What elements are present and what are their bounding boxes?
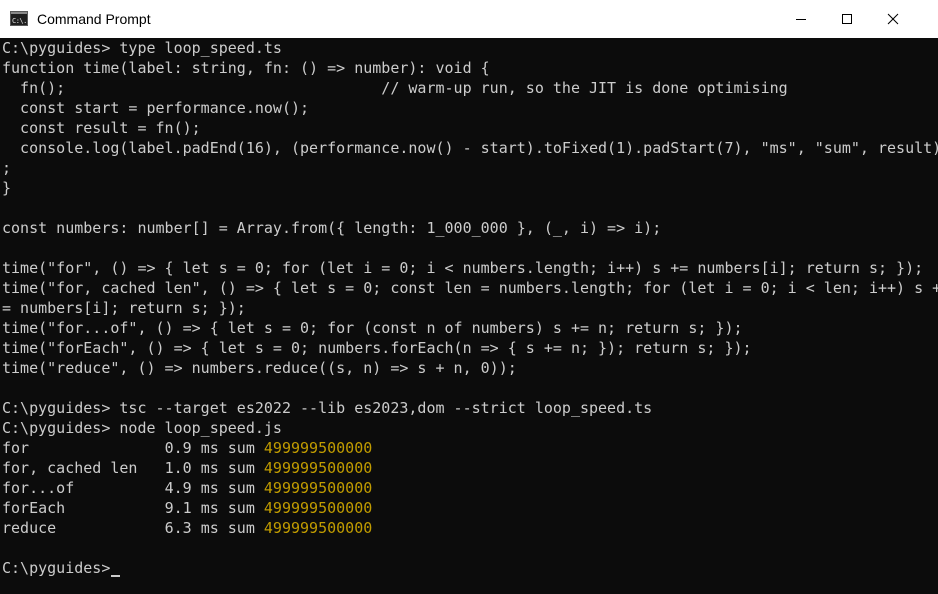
command-prompt-window: C:\. Command Prompt C:\pyguides> type lo…	[0, 0, 938, 594]
console-line: time("reduce", () => numbers.reduce((s, …	[2, 359, 517, 377]
icon-glyph: C:\.	[12, 17, 27, 25]
result-unit: ms	[200, 499, 219, 517]
result-value: 499999500000	[263, 479, 373, 497]
maximize-button[interactable]	[824, 0, 870, 38]
result-time: 4.9	[164, 479, 192, 497]
result-value: 499999500000	[263, 439, 373, 457]
close-button[interactable]	[870, 0, 916, 38]
result-label: for, cached len	[2, 459, 165, 477]
result-unit: ms	[200, 519, 219, 537]
result-label: reduce	[2, 519, 165, 537]
console-line: time("forEach", () => { let s = 0; numbe…	[2, 339, 752, 357]
console-line: const start = performance.now();	[2, 99, 310, 117]
result-time: 6.3	[164, 519, 192, 537]
maximize-icon	[842, 14, 852, 24]
result-sum-label: sum	[227, 479, 255, 497]
minimize-icon	[796, 19, 806, 20]
prompt-text: C:\pyguides>	[2, 559, 111, 577]
console-line: const result = fn();	[2, 119, 201, 137]
console-line: console.log(label.padEnd(16), (performan…	[2, 139, 938, 157]
command-prompt-icon: C:\.	[10, 11, 28, 26]
result-label: for...of	[2, 479, 165, 497]
result-value: 499999500000	[263, 519, 373, 537]
console-line: C:\pyguides> type loop_speed.ts	[2, 39, 282, 57]
console-line: const numbers: number[] = Array.from({ l…	[2, 219, 662, 237]
console-line: time("for, cached len", () => { let s = …	[2, 279, 938, 297]
result-sum-label: sum	[227, 499, 255, 517]
command-prompt-line[interactable]: C:\pyguides>	[2, 558, 121, 578]
result-time: 9.1	[164, 499, 192, 517]
console-line: function time(label: string, fn: () => n…	[2, 59, 490, 77]
close-icon	[887, 13, 899, 25]
console-line: }	[2, 179, 12, 197]
result-unit: ms	[200, 459, 219, 477]
text-cursor	[111, 575, 121, 577]
console-line: time("for...of", () => { let s = 0; for …	[2, 319, 743, 337]
result-label: forEach	[2, 499, 165, 517]
result-value: 499999500000	[263, 459, 373, 477]
result-sum-label: sum	[227, 459, 255, 477]
icon-title-strip	[11, 12, 27, 14]
result-unit: ms	[200, 479, 219, 497]
result-row: forEach 9.1 ms sum 499999500000	[2, 498, 372, 518]
result-time: 0.9	[164, 439, 192, 457]
result-value: 499999500000	[263, 499, 373, 517]
result-row: for...of 4.9 ms sum 499999500000	[2, 478, 372, 498]
result-sum-label: sum	[227, 439, 255, 457]
result-sum-label: sum	[227, 519, 255, 537]
console-line: C:\pyguides> tsc --target es2022 --lib e…	[2, 399, 653, 417]
console-line: fn(); // warm-up run, so the JIT is done…	[2, 79, 788, 97]
result-row: reduce 6.3 ms sum 499999500000	[2, 518, 372, 538]
title-bar[interactable]: C:\. Command Prompt	[0, 0, 938, 38]
result-row: for, cached len 1.0 ms sum 499999500000	[2, 458, 372, 478]
result-time: 1.0	[164, 459, 192, 477]
console-line: = numbers[i]; return s; });	[2, 299, 246, 317]
console-output[interactable]: C:\pyguides> type loop_speed.ts function…	[0, 38, 938, 594]
result-label: for	[2, 439, 165, 457]
window-title: Command Prompt	[37, 11, 151, 27]
minimize-button[interactable]	[778, 0, 824, 38]
result-unit: ms	[200, 439, 219, 457]
console-line: ;	[2, 159, 12, 177]
result-row: for 0.9 ms sum 499999500000	[2, 438, 372, 458]
console-line: time("for", () => { let s = 0; for (let …	[2, 259, 924, 277]
console-line: C:\pyguides> node loop_speed.js	[2, 419, 282, 437]
